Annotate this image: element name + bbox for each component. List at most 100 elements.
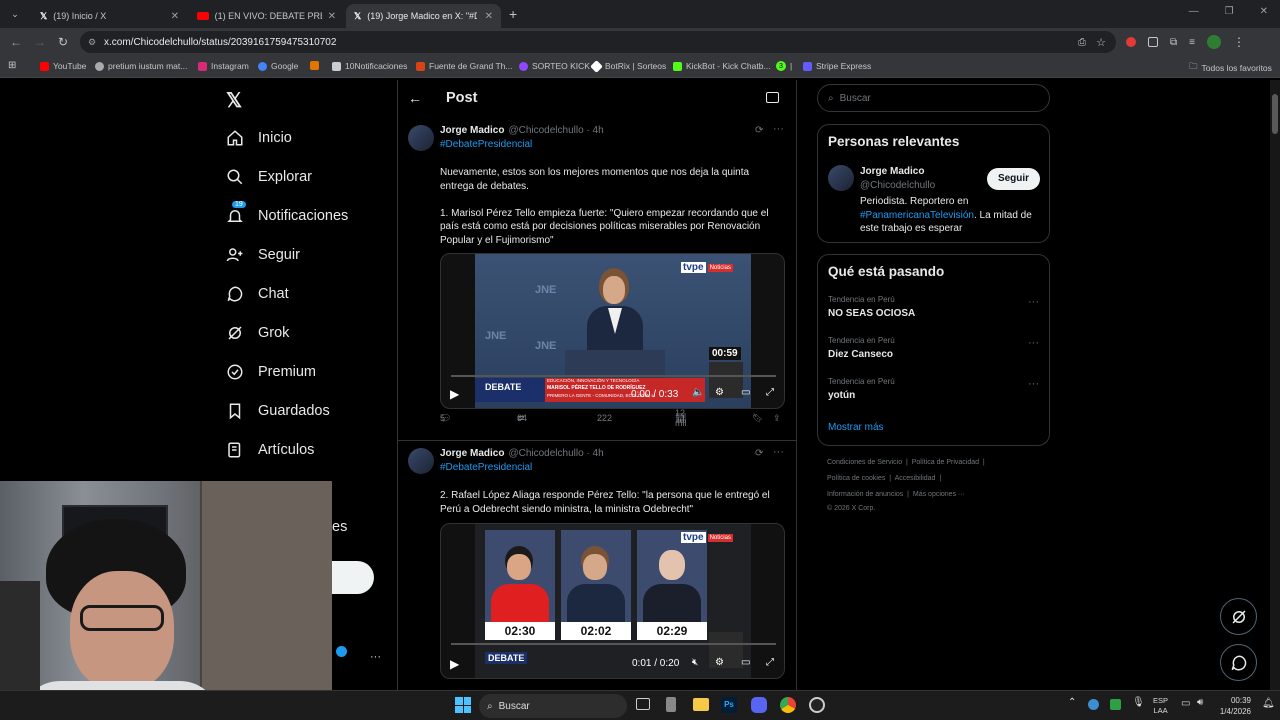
clock[interactable]: 00:39 1/4/2026 — [1215, 695, 1251, 717]
author-name[interactable]: Jorge Madico — [440, 448, 504, 459]
nav-more-partial[interactable]: es — [332, 519, 347, 535]
bio-link[interactable]: #PanamericanaTelevisión — [860, 210, 974, 221]
nav-inicio[interactable]: Inicio — [226, 123, 292, 153]
bookmark-kickbot[interactable]: KickBot - Kick Chatb... — [673, 61, 771, 71]
task-view-icon[interactable] — [636, 698, 650, 710]
nav-premium[interactable]: Premium — [226, 357, 316, 387]
relevant-name[interactable]: Jorge Madico — [860, 166, 924, 177]
nav-seguir[interactable]: Seguir — [226, 240, 300, 270]
play-icon[interactable]: ▶ — [450, 657, 459, 671]
hashtag-link[interactable]: #DebatePresidencial — [440, 139, 532, 150]
scrollbar[interactable] — [1270, 80, 1280, 690]
account-menu-icon[interactable]: ··· — [370, 651, 381, 663]
photoshop-icon[interactable]: Ps — [721, 697, 737, 713]
close-tab-icon[interactable]: ✕ — [171, 11, 179, 22]
footer-link[interactable]: Información de anuncios — [827, 491, 903, 498]
scrollbar-thumb[interactable] — [1272, 94, 1278, 134]
tab-jorge-madico[interactable]: 𝕏 (19) Jorge Madico en X: "#Deba ✕ — [346, 4, 501, 28]
bookmark-10notificaciones[interactable]: 10Notificaciones — [332, 61, 407, 71]
bookmark-instagram[interactable]: Instagram — [198, 61, 249, 71]
chrome-icon[interactable] — [780, 697, 796, 713]
hashtag-link[interactable]: #DebatePresidencial — [440, 462, 532, 473]
all-bookmarks[interactable]: 🗀 Todos los favoritos — [1189, 61, 1272, 75]
close-window-icon[interactable]: ✕ — [1260, 6, 1268, 17]
discord-icon[interactable] — [751, 697, 767, 713]
obs-icon[interactable] — [809, 697, 825, 713]
play-icon[interactable]: ▶ — [450, 387, 459, 401]
window-controls[interactable]: — ❐ ✕ — [1189, 6, 1268, 17]
extension-icon[interactable] — [1148, 37, 1158, 47]
footer-link[interactable]: Más opciones ··· — [913, 491, 965, 498]
x-logo-icon[interactable]: 𝕏 — [226, 88, 242, 113]
footer-link[interactable]: Accesibilidad — [895, 475, 936, 482]
progress-bar[interactable] — [451, 643, 776, 645]
profile-avatar[interactable] — [1206, 35, 1221, 49]
pip-icon[interactable]: ▭ — [741, 657, 750, 668]
mute-icon[interactable]: 🔇︎ — [692, 657, 698, 668]
tray-chevron-icon[interactable]: ⌃ — [1068, 697, 1076, 708]
forward-icon[interactable]: → — [34, 35, 46, 49]
bookmark-stripe[interactable]: Stripe Express — [803, 61, 871, 71]
tweet-more-icon[interactable]: ··· — [773, 123, 784, 135]
restore-icon[interactable]: ❐ — [1225, 6, 1234, 17]
grok-tweet-icon[interactable]: ⟳ — [755, 125, 763, 136]
fullscreen-icon[interactable]: ⤢ — [766, 657, 774, 668]
bookmark-google[interactable]: Google — [258, 61, 298, 71]
settings-icon[interactable]: ⚙ — [715, 657, 724, 668]
nav-guardados[interactable]: Guardados — [226, 396, 330, 426]
reader-icon[interactable] — [766, 92, 779, 103]
tab-debate-live[interactable]: (1) EN VIVO: DEBATE PRESIDEN ✕ — [189, 4, 344, 28]
tweet-more-icon[interactable]: ··· — [773, 446, 784, 458]
taskbar-search[interactable]: ⌕ Buscar — [479, 694, 627, 718]
minimize-icon[interactable]: — — [1189, 6, 1199, 17]
bookmark-grand-theft[interactable]: Fuente de Grand Th... — [416, 61, 512, 71]
video-player[interactable]: JNE JNE JNE tvpe Noticias 00:59 DEBATE E… — [440, 253, 785, 409]
microphone-icon[interactable]: 🎙︎ — [1132, 697, 1145, 708]
install-icon[interactable]: ⎙ — [1078, 37, 1086, 48]
nav-chat[interactable]: Chat — [226, 279, 289, 309]
settings-icon[interactable]: ⚙ — [715, 387, 724, 398]
notifications-icon[interactable]: 🔔︎ — [1262, 698, 1275, 709]
trend-more-icon[interactable]: ··· — [1028, 296, 1039, 308]
bookmark-sorteo-kick[interactable]: SORTEO KICK — [519, 61, 590, 71]
reading-list-icon[interactable]: ≡ — [1189, 37, 1195, 48]
nav-notificaciones[interactable]: 19 Notificaciones — [226, 201, 348, 231]
star-icon[interactable]: ☆ — [1096, 36, 1106, 49]
reload-icon[interactable]: ↻ — [58, 35, 68, 49]
tray-app-icon[interactable] — [1088, 699, 1099, 710]
grok-fab[interactable] — [1220, 598, 1257, 635]
puzzle-icon[interactable]: ⧉ — [1170, 37, 1177, 48]
site-info-icon[interactable]: ⚙ — [88, 37, 96, 48]
back-arrow-icon[interactable]: ← — [408, 90, 422, 106]
avatar[interactable] — [408, 448, 434, 474]
apps-icon[interactable]: ⊞ — [8, 60, 16, 71]
address-bar[interactable]: ⚙ x.com/Chicodelchullo/status/2039161759… — [80, 31, 1116, 53]
close-tab-icon[interactable]: ✕ — [328, 11, 336, 22]
nav-explorar[interactable]: Explorar — [226, 162, 312, 192]
trend-more-icon[interactable]: ··· — [1028, 337, 1039, 349]
avatar[interactable] — [408, 125, 434, 151]
app-icon[interactable] — [666, 697, 676, 712]
language-indicator[interactable]: ESP LAA — [1153, 696, 1168, 716]
footer-link[interactable]: Política de Privacidad — [912, 459, 979, 466]
start-button[interactable] — [455, 697, 471, 713]
bookmark-unnamed[interactable] — [310, 61, 319, 70]
back-icon[interactable]: ← — [10, 35, 22, 49]
footer-link[interactable]: Política de cookies — [827, 475, 885, 482]
nav-articulos[interactable]: Artículos — [226, 435, 314, 465]
volume-icon[interactable]: 🔊︎ — [1197, 697, 1203, 708]
progress-bar[interactable] — [451, 375, 776, 377]
close-tab-icon[interactable]: ✕ — [485, 11, 493, 22]
show-more-link[interactable]: Mostrar más — [828, 422, 884, 433]
avatar[interactable] — [828, 165, 854, 191]
fullscreen-icon[interactable]: ⤢ — [766, 387, 774, 398]
footer-link[interactable]: Condiciones de Servicio — [827, 459, 902, 466]
trend-more-icon[interactable]: ··· — [1028, 378, 1039, 390]
chat-fab[interactable] — [1220, 644, 1257, 681]
bookmark-youtube[interactable]: YouTube — [40, 61, 86, 71]
file-explorer-icon[interactable] — [693, 698, 709, 711]
nav-grok[interactable]: Grok — [226, 318, 289, 348]
bookmark-botrix[interactable]: BotRix | Sorteos — [590, 59, 666, 73]
network-icon[interactable]: ▭ — [1181, 698, 1190, 709]
tray-app-icon[interactable] — [1110, 699, 1121, 710]
